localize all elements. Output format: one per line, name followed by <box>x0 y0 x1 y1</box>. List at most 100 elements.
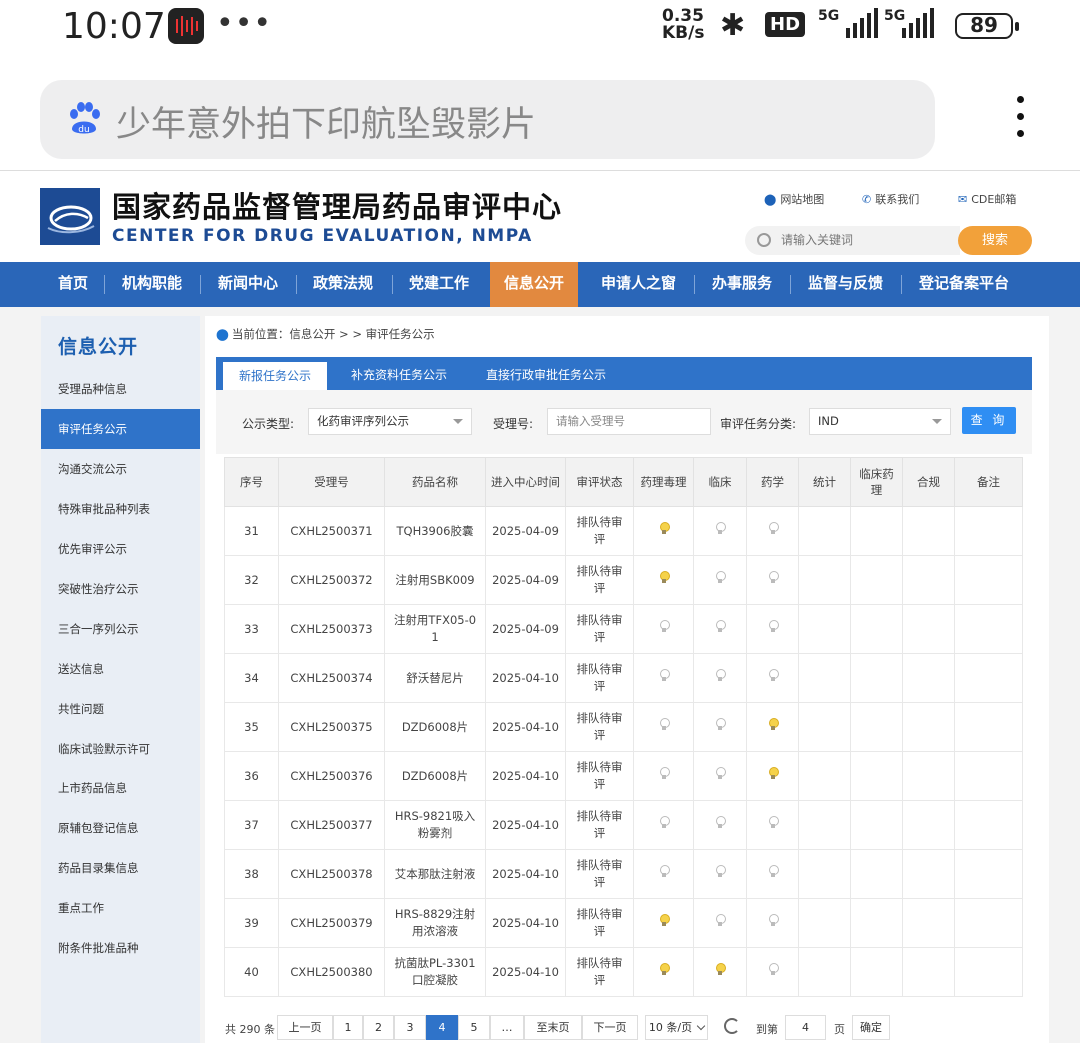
lightbulb-on-icon <box>768 767 779 780</box>
sound-recorder-icon <box>168 8 204 44</box>
accept-number: CXHL2500374 <box>278 653 385 703</box>
tab-new-tasks[interactable]: 新报任务公示 <box>223 362 328 390</box>
sidebar-item[interactable]: 附条件批准品种 <box>41 928 200 968</box>
page-size-select[interactable]: 10 条/页 <box>645 1015 708 1040</box>
mail-icon: ✉ <box>958 193 968 206</box>
nav-item-info[interactable]: 信息公开 <box>490 262 579 307</box>
query-button[interactable]: 查 询 <box>962 407 1016 434</box>
sidebar-item[interactable]: 三合一序列公示 <box>41 609 200 649</box>
baidu-paw-icon: du <box>70 102 100 135</box>
nav-item-home[interactable]: 首页 <box>58 262 88 307</box>
nav-item-applicant[interactable]: 申请人之窗 <box>601 262 676 307</box>
accept-number: CXHL2500371 <box>278 506 385 556</box>
empty-cell <box>850 849 903 899</box>
empty-cell <box>850 604 903 654</box>
empty-cell <box>954 898 1023 948</box>
sidebar-item[interactable]: 送达信息 <box>41 649 200 689</box>
sidebar-item[interactable]: 上市药品信息 <box>41 768 200 808</box>
contact-link[interactable]: ✆ 联系我们 <box>862 191 919 207</box>
drug-name: 注射用TFX05-01 <box>384 604 486 654</box>
mail-link[interactable]: ✉ CDE邮箱 <box>958 191 1016 207</box>
bulb-cell <box>693 702 747 752</box>
sidebar-item[interactable]: 重点工作 <box>41 888 200 928</box>
review-status: 排队待审评 <box>565 653 634 703</box>
empty-cell <box>902 849 955 899</box>
col-header: 审评状态 <box>565 457 634 507</box>
nav-item-news[interactable]: 新闻中心 <box>218 262 278 307</box>
accept-number: CXHL2500376 <box>278 751 385 801</box>
sidebar-item[interactable]: 原辅包登记信息 <box>41 808 200 848</box>
more-menu-icon[interactable] <box>1010 96 1030 146</box>
sidebar-item[interactable]: 优先审评公示 <box>41 529 200 569</box>
bulb-cell <box>746 506 799 556</box>
next-page-button[interactable]: 下一页 <box>582 1015 638 1040</box>
col-header: 药理毒理 <box>633 457 694 507</box>
sidebar-item-active[interactable]: 审评任务公示 <box>41 409 200 449</box>
search-button[interactable]: 搜索 <box>958 226 1032 255</box>
bulb-cell <box>633 751 694 801</box>
empty-cell <box>954 604 1023 654</box>
page-button[interactable]: 2 <box>363 1015 394 1040</box>
bulb-cell <box>746 555 799 605</box>
breadcrumb-link[interactable]: 信息公开 <box>289 327 335 341</box>
keyword-search-input[interactable]: 请输入关键词 <box>745 226 960 255</box>
site-title-en: CENTER FOR DRUG EVALUATION, NMPA <box>112 226 533 246</box>
page-button-current[interactable]: 4 <box>426 1015 458 1040</box>
more-notifications-icon: ••• <box>216 6 273 41</box>
sitemap-link[interactable]: ⬤ 网站地图 <box>764 191 824 207</box>
sidebar-item[interactable]: 特殊审批品种列表 <box>41 489 200 529</box>
nmpa-logo <box>40 188 100 245</box>
empty-cell <box>954 849 1023 899</box>
page-button[interactable]: 5 <box>458 1015 490 1040</box>
page-button[interactable]: 3 <box>394 1015 426 1040</box>
lightbulb-off-icon <box>715 816 726 829</box>
tab-supplement-tasks[interactable]: 补充资料任务公示 <box>351 357 447 390</box>
nav-item-org[interactable]: 机构职能 <box>122 262 182 307</box>
empty-cell <box>954 653 1023 703</box>
nav-item-party[interactable]: 党建工作 <box>409 262 469 307</box>
bulb-cell <box>746 702 799 752</box>
lightbulb-on-icon <box>659 522 670 535</box>
accept-number-input[interactable]: 请输入受理号 <box>547 408 711 435</box>
confirm-button[interactable]: 确定 <box>852 1015 890 1040</box>
type-select[interactable]: 化药审评序列公示 <box>308 408 472 435</box>
tab-direct-approval[interactable]: 直接行政审批任务公示 <box>486 357 606 390</box>
sidebar-item[interactable]: 共性问题 <box>41 689 200 729</box>
sidebar-item[interactable]: 药品目录集信息 <box>41 848 200 888</box>
entry-date: 2025-04-09 <box>485 506 566 556</box>
row-number: 36 <box>224 751 279 801</box>
browser-search-text[interactable]: 少年意外拍下印航坠毁影片 <box>116 96 536 147</box>
entry-date: 2025-04-10 <box>485 702 566 752</box>
goto-label: 到第 <box>756 1023 778 1036</box>
nav-item-feedback[interactable]: 监督与反馈 <box>808 262 883 307</box>
drug-name: 抗菌肽PL-3301口腔凝胶 <box>384 947 486 997</box>
prev-page-button[interactable]: 上一页 <box>277 1015 333 1040</box>
empty-cell <box>850 751 903 801</box>
empty-cell <box>798 555 851 605</box>
drug-name: HRS-9821吸入粉雾剂 <box>384 800 486 850</box>
last-page-button[interactable]: 至末页 <box>524 1015 582 1040</box>
lightbulb-off-icon <box>715 718 726 731</box>
empty-cell <box>850 506 903 556</box>
sidebar-item[interactable]: 受理品种信息 <box>41 369 200 409</box>
empty-cell <box>954 506 1023 556</box>
battery-icon: 89 <box>955 13 1019 39</box>
review-status: 排队待审评 <box>565 849 634 899</box>
refresh-icon[interactable] <box>724 1018 740 1034</box>
nav-item-register[interactable]: 登记备案平台 <box>919 262 1009 307</box>
page-button[interactable]: 1 <box>333 1015 363 1040</box>
accept-number: CXHL2500372 <box>278 555 385 605</box>
sidebar-title: 信息公开 <box>58 336 139 358</box>
net-speed: 0.35 KB/s <box>662 6 705 43</box>
sidebar-item[interactable]: 沟通交流公示 <box>41 449 200 489</box>
category-label: 审评任务分类: <box>720 417 797 431</box>
empty-cell <box>954 751 1023 801</box>
category-select[interactable]: IND <box>809 408 951 435</box>
sidebar-item[interactable]: 突破性治疗公示 <box>41 569 200 609</box>
col-header: 统计 <box>798 457 851 507</box>
col-header: 临床药理 <box>850 457 903 507</box>
nav-item-policy[interactable]: 政策法规 <box>313 262 373 307</box>
nav-item-services[interactable]: 办事服务 <box>712 262 772 307</box>
sidebar-item[interactable]: 临床试验默示许可 <box>41 729 200 769</box>
goto-page-input[interactable]: 4 <box>785 1015 826 1040</box>
